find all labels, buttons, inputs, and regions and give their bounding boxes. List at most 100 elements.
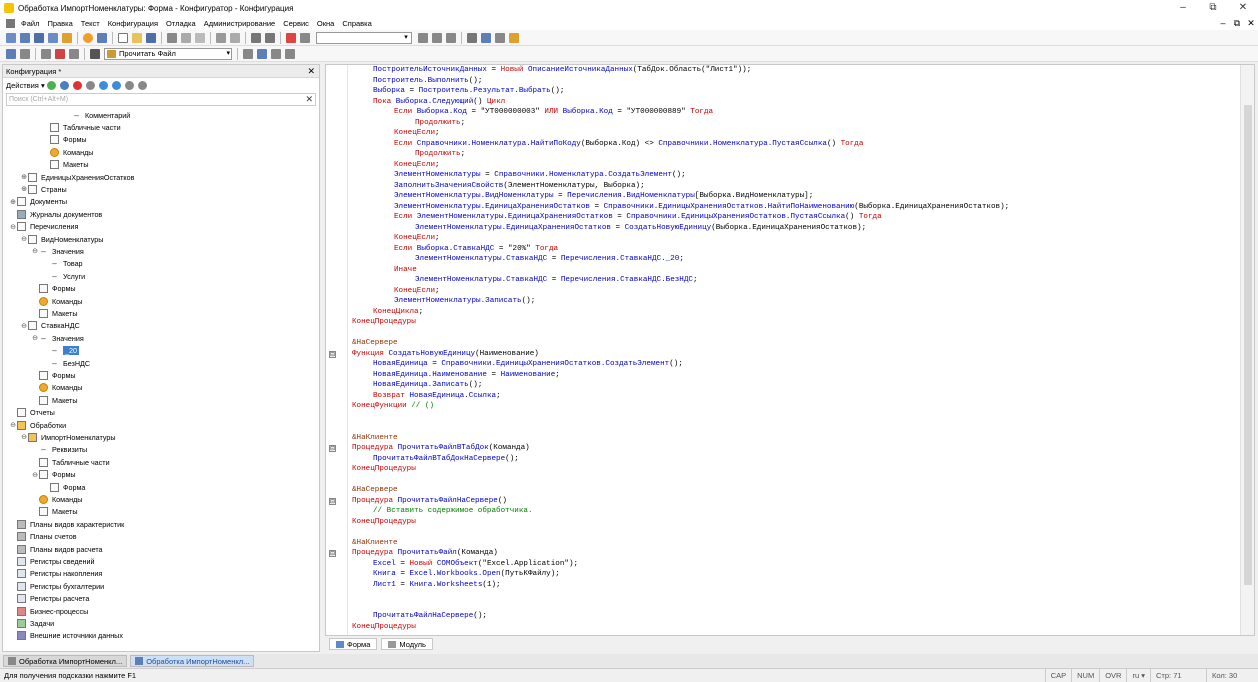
menu-configuration[interactable]: Конфигурация bbox=[104, 19, 162, 28]
tree-item[interactable]: Команды bbox=[31, 493, 82, 505]
format-icon[interactable] bbox=[20, 48, 30, 59]
tree-icon[interactable] bbox=[20, 32, 30, 43]
tree-item[interactable]: _20 bbox=[42, 345, 79, 357]
tree-item[interactable]: ⊖ Значения bbox=[31, 332, 84, 344]
mdi-restore-button[interactable]: ⧉ bbox=[1230, 16, 1244, 30]
comment-icon[interactable] bbox=[41, 48, 51, 59]
watch-icon[interactable] bbox=[271, 48, 281, 59]
vertical-scrollbar[interactable] bbox=[1240, 65, 1254, 635]
uncomment-icon[interactable] bbox=[55, 48, 65, 59]
procedure-select[interactable]: Прочитать Файл ▾ bbox=[104, 47, 232, 60]
close-icon[interactable]: ✕ bbox=[307, 66, 315, 77]
language-indicator[interactable]: ru ▾ bbox=[1126, 669, 1150, 682]
fold-toggle-icon[interactable]: ⊟ bbox=[329, 497, 336, 505]
tree-item[interactable]: Товар bbox=[42, 258, 83, 270]
tree-item[interactable]: Команды bbox=[42, 146, 93, 158]
clear-search-icon[interactable]: ✕ bbox=[305, 94, 313, 105]
expand-toggle-icon[interactable]: ⊖ bbox=[20, 235, 28, 243]
find-next-icon[interactable] bbox=[418, 32, 428, 43]
tree-item[interactable]: ⊖ Обработки bbox=[9, 419, 66, 431]
tree-item[interactable]: Макеты bbox=[42, 159, 89, 171]
goto-line-icon[interactable] bbox=[467, 32, 477, 43]
paste-icon[interactable] bbox=[195, 32, 205, 43]
menu-icon[interactable] bbox=[6, 18, 15, 28]
step-icon[interactable] bbox=[257, 48, 267, 59]
expand-toggle-icon[interactable]: ⊖ bbox=[31, 334, 39, 342]
code-area[interactable]: ПостроительИсточникДанных = Новый Описан… bbox=[329, 65, 1238, 635]
save-icon[interactable] bbox=[146, 32, 156, 43]
expand-toggle-icon[interactable]: ⊖ bbox=[9, 223, 17, 231]
move-up-icon[interactable] bbox=[98, 80, 108, 90]
tree-item[interactable]: Форма bbox=[42, 481, 85, 493]
bookmark-icon[interactable] bbox=[495, 32, 505, 43]
scrollbar-thumb[interactable] bbox=[1244, 105, 1252, 585]
tree-item[interactable]: Табличные части bbox=[42, 121, 121, 133]
undo-icon[interactable] bbox=[251, 32, 261, 43]
expand-toggle-icon[interactable]: ⊖ bbox=[9, 421, 17, 429]
filter-icon[interactable] bbox=[137, 80, 147, 90]
menu-text[interactable]: Текст bbox=[77, 19, 104, 28]
tree-item[interactable]: Комментарий bbox=[64, 109, 130, 121]
tree-item[interactable]: Макеты bbox=[31, 506, 78, 518]
preview-icon[interactable] bbox=[230, 32, 240, 43]
procedures-list-icon[interactable] bbox=[6, 48, 16, 59]
tree-item[interactable]: Макеты bbox=[31, 307, 78, 319]
expand-toggle-icon[interactable]: ⊖ bbox=[31, 471, 39, 479]
tree-item[interactable]: Команды bbox=[31, 295, 82, 307]
tree-item[interactable]: БезНДС bbox=[42, 357, 90, 369]
open-config-icon[interactable] bbox=[34, 32, 44, 43]
tab-module[interactable]: Модуль bbox=[381, 638, 433, 650]
menu-edit[interactable]: Правка bbox=[43, 19, 76, 28]
find-prev-icon[interactable] bbox=[432, 32, 442, 43]
chevron-down-icon[interactable]: ▾ bbox=[226, 49, 230, 59]
breakpoint-icon[interactable] bbox=[243, 48, 253, 59]
expand-toggle-icon[interactable]: ⊖ bbox=[20, 322, 28, 330]
debug-run-icon[interactable] bbox=[83, 32, 93, 43]
tree-item[interactable]: ⊕ Страны bbox=[20, 183, 67, 195]
new-file-icon[interactable] bbox=[118, 32, 128, 43]
expand-toggle-icon[interactable]: ⊕ bbox=[20, 185, 28, 193]
tree-item[interactable]: Бизнес-процессы bbox=[9, 605, 88, 617]
fold-toggle-icon[interactable]: ⊟ bbox=[329, 445, 336, 452]
tree-item[interactable]: Услуги bbox=[42, 270, 85, 282]
tree-item[interactable]: Отчеты bbox=[9, 407, 55, 419]
window-tab-2[interactable]: Обработка ИмпортНоменкл... bbox=[130, 655, 255, 667]
chevron-down-icon[interactable]: ▾ bbox=[401, 33, 411, 43]
stack-icon[interactable] bbox=[285, 48, 295, 59]
tree-item[interactable]: Журналы документов bbox=[9, 208, 102, 220]
menu-windows[interactable]: Окна bbox=[313, 19, 338, 28]
delete-icon[interactable] bbox=[72, 80, 82, 90]
tree-item[interactable]: Планы видов расчета bbox=[9, 543, 103, 555]
open-folder-icon[interactable] bbox=[132, 32, 142, 43]
tree-item[interactable]: Команды bbox=[31, 382, 82, 394]
expand-toggle-icon[interactable]: ⊖ bbox=[31, 247, 39, 255]
close-button[interactable]: ✕ bbox=[1228, 0, 1258, 16]
list-icon[interactable] bbox=[6, 32, 16, 43]
update-icon[interactable] bbox=[62, 32, 72, 43]
expand-toggle-icon[interactable]: ⊕ bbox=[9, 198, 17, 206]
redo-icon[interactable] bbox=[265, 32, 275, 43]
tree-item[interactable]: ⊕ ЕдиницыХраненияОстатков bbox=[20, 171, 134, 183]
maximize-button[interactable]: ⧉ bbox=[1198, 0, 1228, 16]
search-combo[interactable]: ▾ bbox=[316, 31, 412, 44]
tree-item[interactable]: ⊖ СтавкаНДС bbox=[20, 320, 80, 332]
expand-toggle-icon[interactable]: ⊕ bbox=[20, 173, 28, 181]
sort-icon[interactable] bbox=[124, 80, 134, 90]
menu-file[interactable]: Файл bbox=[17, 19, 43, 28]
tree-item[interactable]: Внешние источники данных bbox=[9, 630, 123, 642]
mdi-close-button[interactable]: ✕ bbox=[1244, 16, 1258, 30]
menu-administration[interactable]: Администрирование bbox=[200, 19, 280, 28]
tree-item[interactable]: Макеты bbox=[31, 394, 78, 406]
search-icon[interactable] bbox=[300, 32, 310, 43]
indent-icon[interactable] bbox=[69, 48, 79, 59]
help-icon[interactable] bbox=[509, 32, 519, 43]
actions-menu[interactable]: Действия ▾ bbox=[6, 81, 45, 90]
replace-icon[interactable] bbox=[446, 32, 456, 43]
menu-service[interactable]: Сервис bbox=[279, 19, 313, 28]
tree-item[interactable]: Регистры накопления bbox=[9, 568, 102, 580]
mdi-minimize-button[interactable]: – bbox=[1216, 16, 1230, 30]
window-tab-1[interactable]: Обработка ИмпортНоменкл... bbox=[3, 655, 128, 667]
tree-item[interactable]: Табличные части bbox=[31, 456, 110, 468]
syntax-check-icon[interactable] bbox=[481, 32, 491, 43]
cut-icon[interactable] bbox=[167, 32, 177, 43]
